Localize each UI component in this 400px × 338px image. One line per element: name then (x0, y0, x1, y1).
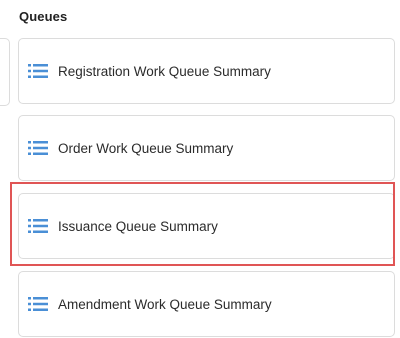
queue-card-label: Issuance Queue Summary (58, 218, 218, 234)
queue-card-label: Registration Work Queue Summary (58, 63, 271, 79)
queues-panel: Queues Registration Work Queue Summary O… (0, 0, 400, 338)
list-icon (28, 63, 48, 79)
queue-card-registration[interactable]: Registration Work Queue Summary (18, 38, 395, 104)
section-title: Queues (19, 9, 68, 24)
queue-card-amendment[interactable]: Amendment Work Queue Summary (18, 271, 395, 337)
partial-card-left[interactable] (0, 38, 10, 106)
queue-card-label: Order Work Queue Summary (58, 140, 234, 156)
list-icon (28, 218, 48, 234)
queue-card-issuance[interactable]: Issuance Queue Summary (18, 193, 395, 259)
queue-card-order[interactable]: Order Work Queue Summary (18, 115, 395, 181)
list-icon (28, 296, 48, 312)
queue-card-label: Amendment Work Queue Summary (58, 296, 272, 312)
list-icon (28, 140, 48, 156)
